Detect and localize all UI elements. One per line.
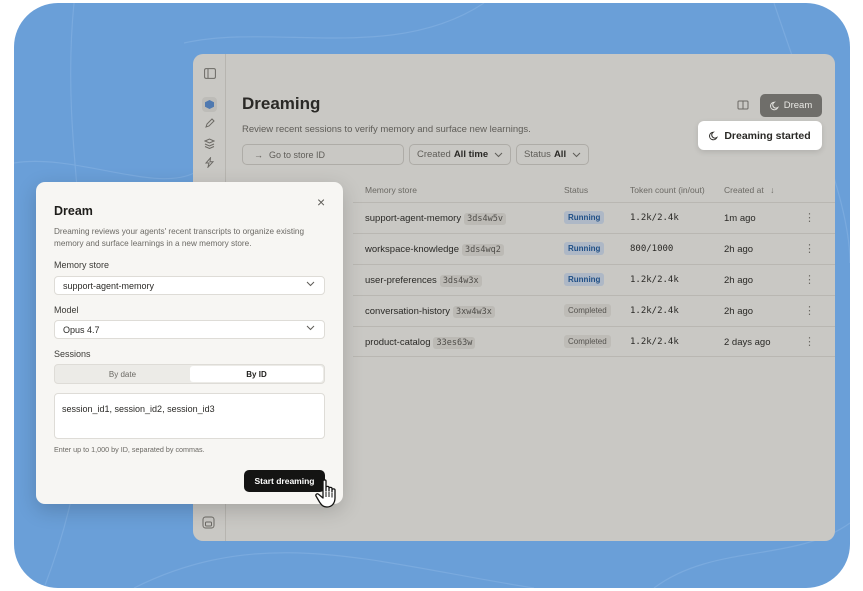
model-select[interactable]: Opus 4.7 [54,320,325,339]
status-badge: Running [564,273,605,286]
row-id: 3ds4w5v [464,213,506,225]
pen-icon[interactable] [202,116,217,131]
more-icon[interactable]: ⋮ [804,304,815,317]
sort-arrow-icon: ↓ [770,185,775,195]
more-icon[interactable]: ⋮ [804,211,815,224]
bolt-icon[interactable] [202,155,217,170]
store-id-placeholder: Go to store ID [269,149,326,160]
dream-button-label: Dream [783,100,813,111]
status-filter-label: Status [524,149,551,160]
modal-description: Dreaming reviews your agents' recent tra… [54,227,305,248]
start-dreaming-button[interactable]: Start dreaming [244,470,325,492]
tab-by-date[interactable]: By date [56,366,189,382]
column-created[interactable]: Created at ↓ [724,185,774,195]
status-badge: Completed [564,304,611,317]
row-name: conversation-history [365,306,451,317]
row-created: 1m ago [724,213,756,224]
table-row[interactable]: product-catalog 33es63w Completed 1.2k/2.… [353,326,835,357]
moon-icon [769,101,779,110]
status-filter[interactable]: Status All [516,144,590,165]
modal-title: Dream [54,204,93,218]
more-icon[interactable]: ⋮ [804,335,815,348]
table-header: Memory store Status Token count (in/out)… [353,180,835,202]
sessions-segmented-control: By date By ID [54,364,325,384]
row-created: 2h ago [724,275,754,286]
dreaming-started-toast: Dreaming started [698,121,822,150]
cube-icon[interactable] [202,97,217,112]
status-badge: Running [564,242,605,255]
memory-store-value: support-agent-memory [63,280,155,291]
column-status[interactable]: Status [564,185,588,195]
more-icon[interactable]: ⋮ [804,242,815,255]
layers-icon[interactable] [202,136,217,151]
row-id: 3ds4w3x [439,275,482,287]
book-icon[interactable] [737,98,751,112]
row-created: 2 days ago [724,337,771,348]
row-created: 2h ago [724,244,754,255]
memory-store-label: Memory store [54,260,110,270]
column-memory-store[interactable]: Memory store [365,185,417,195]
created-filter-value: All time [453,149,489,160]
chevron-down-icon [306,281,315,287]
table-row[interactable]: support-agent-memory 3ds4w5v Running 1.2k… [353,202,835,233]
row-name: support-agent-memory [365,213,462,224]
column-tokens[interactable]: Token count (in/out) [630,185,705,195]
created-filter-label: Created [417,149,451,160]
row-name: workspace-knowledge [365,244,459,255]
created-filter[interactable]: Created All time [409,144,512,165]
status-badge: Running [564,211,605,224]
row-tokens: 1.2k/2.4k [630,337,679,347]
sidebar-toggle-icon[interactable] [202,66,217,81]
sessions-label: Sessions [54,349,91,359]
status-filter-value: All [553,149,567,160]
table-row[interactable]: conversation-history 3xw4w3x Completed 1.… [353,295,835,326]
page-subtitle: Review recent sessions to verify memory … [242,124,531,135]
toast-text: Dreaming started [724,129,811,142]
session-ids-textarea[interactable]: session_id1, session_id2, session_id3 [54,393,325,439]
moon-icon [709,131,719,140]
row-created: 2h ago [724,306,754,317]
more-icon[interactable]: ⋮ [804,273,815,286]
row-name: user-preferences [365,275,437,286]
model-value: Opus 4.7 [63,324,100,335]
table-row[interactable]: user-preferences 3ds4w3x Running 1.2k/2.4… [353,264,835,295]
tab-by-id[interactable]: By ID [190,366,323,382]
page-title: Dreaming [242,94,321,113]
chevron-down-icon [494,152,503,157]
session-ids-help: Enter up to 1,000 by ID, separated by co… [54,445,205,454]
close-icon[interactable]: × [317,194,325,210]
row-id: 33es63w [433,337,476,349]
row-id: 3ds4wq2 [462,244,504,256]
row-name: product-catalog [365,337,431,348]
profile-icon[interactable] [202,516,217,531]
chevron-down-icon [572,152,581,157]
hand-cursor-icon [315,479,336,508]
row-tokens: 1.2k/2.4k [630,275,679,285]
row-id: 3xw4w3x [453,306,495,318]
chevron-down-icon [306,325,315,331]
dream-button[interactable]: Dream [760,94,822,117]
row-tokens: 1.2k/2.4k [630,306,679,316]
status-badge: Completed [564,335,611,348]
row-tokens: 800/1000 [630,244,674,254]
column-created-label: Created at [724,185,764,195]
table-row[interactable]: workspace-knowledge 3ds4wq2 Running 800/1… [353,233,835,264]
dream-modal: Dream × Dreaming reviews your agents' re… [36,182,343,504]
model-label: Model [54,305,79,315]
store-id-input[interactable]: → Go to store ID [242,144,404,165]
arrow-right-icon: → [254,149,263,160]
memory-store-select[interactable]: support-agent-memory [54,276,325,295]
row-tokens: 1.2k/2.4k [630,213,679,223]
